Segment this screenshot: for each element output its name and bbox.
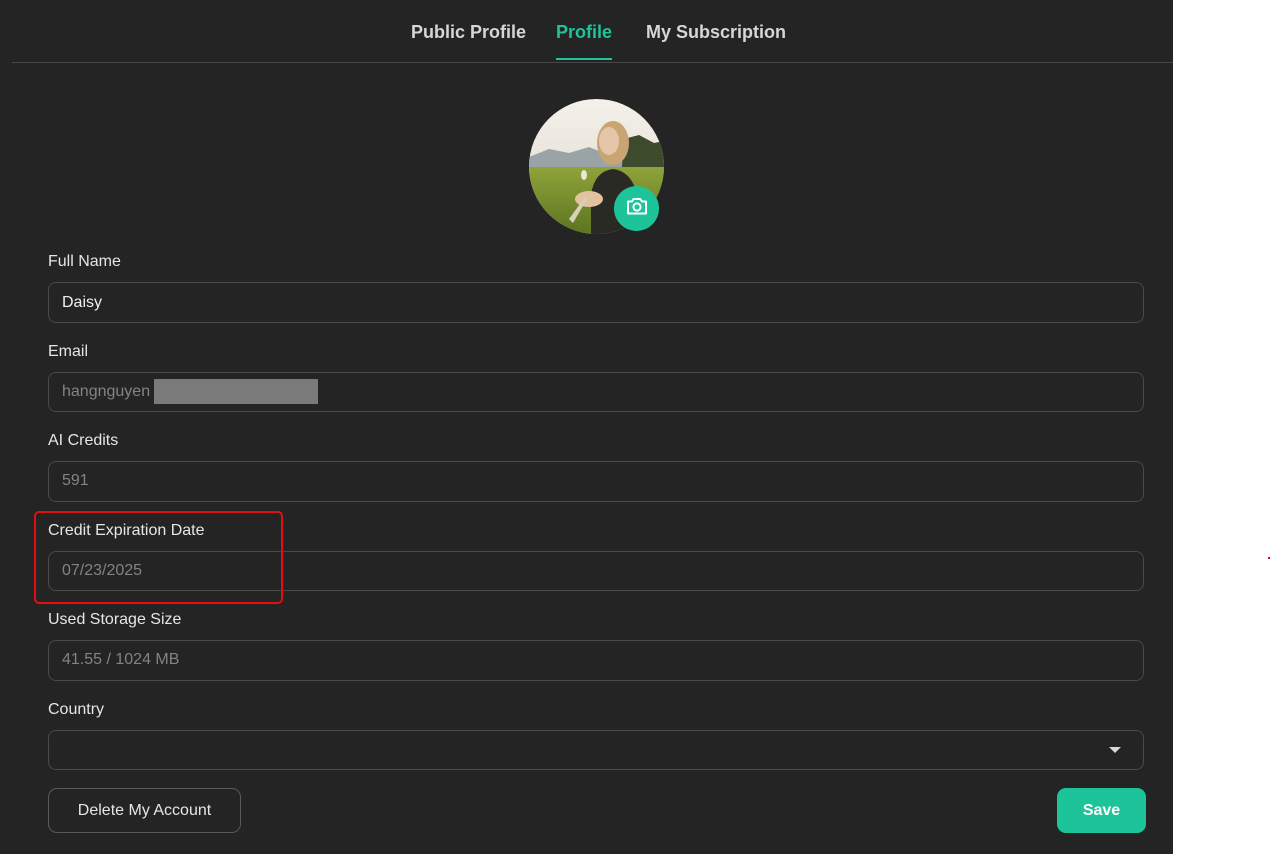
full-name-label: Full Name	[48, 253, 121, 270]
country-select[interactable]	[48, 730, 1144, 770]
used-storage-label: Used Storage Size	[48, 611, 182, 628]
delete-account-button[interactable]: Delete My Account	[48, 788, 241, 833]
used-storage-value: 41.55 / 1024 MB	[62, 651, 180, 668]
tab-my-subscription[interactable]: My Subscription	[646, 22, 786, 43]
tab-profile[interactable]: Profile	[556, 22, 612, 43]
camera-icon	[625, 194, 649, 223]
highlight-annotation	[34, 511, 283, 604]
full-name-input[interactable]: Daisy	[48, 282, 1144, 323]
email-label: Email	[48, 343, 89, 360]
tab-bar: Public Profile Profile My Subscription	[12, 0, 1173, 63]
profile-panel: Public Profile Profile My Subscription F…	[0, 0, 1173, 854]
used-storage-field: 41.55 / 1024 MB	[48, 640, 1144, 681]
save-button[interactable]: Save	[1057, 788, 1146, 833]
email-redaction	[154, 379, 318, 404]
active-tab-indicator	[556, 58, 612, 60]
tab-public-profile[interactable]: Public Profile	[411, 22, 526, 43]
ai-credits-field: 591	[48, 461, 1144, 502]
full-name-value: Daisy	[62, 294, 103, 311]
change-avatar-button[interactable]	[614, 186, 659, 231]
ai-credits-value: 591	[62, 472, 89, 489]
chevron-down-icon	[1109, 747, 1121, 753]
country-label: Country	[48, 701, 105, 718]
avatar-section	[529, 99, 664, 234]
email-field: hangnguyen	[48, 372, 1144, 412]
ai-credits-label: AI Credits	[48, 432, 119, 449]
email-value: hangnguyen	[62, 383, 151, 400]
